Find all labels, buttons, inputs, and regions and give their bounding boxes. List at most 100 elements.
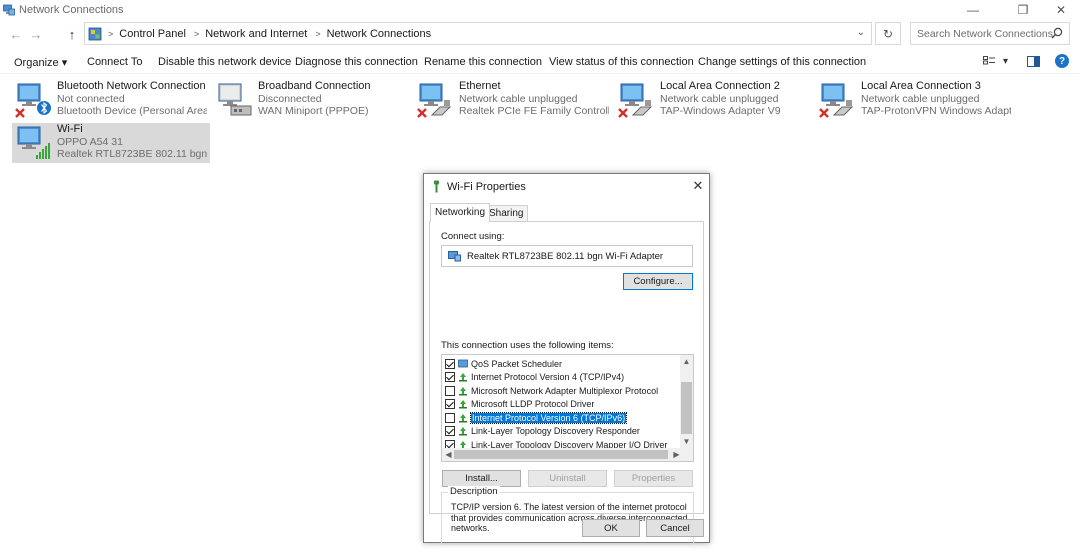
help-icon[interactable]: ? — [1055, 54, 1069, 68]
view-dropdown-icon[interactable]: ▾ — [1003, 56, 1008, 67]
connection-text: Ethernet Network cable unplugged Realtek P… — [459, 80, 609, 118]
install-button[interactable]: Install... — [442, 470, 521, 487]
address-dropdown-icon[interactable]: ⌄ — [857, 27, 865, 38]
view-status-button[interactable]: View status of this connection — [549, 56, 694, 68]
rename-connection-button[interactable]: Rename this connection — [424, 56, 542, 68]
navigation-bar: ← → ↑ > Control Panel > Network and Inte… — [0, 22, 1080, 46]
back-button[interactable]: ← — [8, 25, 24, 43]
connection-item[interactable]: Local Area Connection 2 Network cable unp… — [615, 80, 813, 120]
connection-item[interactable]: Local Area Connection 3 Network cable unp… — [816, 80, 1014, 120]
scroll-up-icon[interactable]: ▲ — [680, 357, 693, 366]
cancel-button[interactable]: Cancel — [646, 519, 704, 537]
connection-item[interactable]: Bluetooth Network Connection Not connecte… — [12, 80, 210, 120]
connection-text: Local Area Connection 2 Network cable unp… — [660, 80, 810, 118]
vertical-scrollbar[interactable]: ▲ ▼ — [680, 355, 693, 448]
horizontal-scroll-thumb[interactable] — [454, 450, 668, 459]
list-item[interactable]: Internet Protocol Version 4 (TCP/IPv4) — [445, 371, 681, 385]
up-button[interactable]: ↑ — [64, 25, 80, 43]
list-item[interactable]: Microsoft LLDP Protocol Driver — [445, 398, 681, 412]
disable-device-button[interactable]: Disable this network device — [158, 56, 291, 68]
list-item[interactable]: Internet Protocol Version 6 (TCP/IPv6) — [445, 411, 681, 425]
restore-button[interactable]: ❐ — [1006, 0, 1040, 20]
vertical-scroll-thumb[interactable] — [681, 382, 692, 434]
connection-name: Local Area Connection 3 — [861, 80, 981, 92]
item-label: Internet Protocol Version 4 (TCP/IPv4) — [471, 372, 625, 383]
diagnose-connection-button[interactable]: Diagnose this connection — [295, 56, 418, 68]
connection-item[interactable]: Broadband Connection Disconnected WAN Mini… — [213, 80, 411, 120]
search-placeholder: Search Network Connections — [917, 27, 1053, 40]
connection-name: Bluetooth Network Connection — [57, 80, 206, 92]
scheduler-icon — [458, 359, 468, 368]
forward-button[interactable]: → — [28, 25, 44, 43]
change-settings-button[interactable]: Change settings of this connection — [698, 56, 866, 68]
search-input[interactable]: Search Network Connections — [910, 22, 1070, 45]
item-label: Link-Layer Topology Discovery Responder — [471, 426, 640, 437]
up-arrow-icon: ↑ — [68, 26, 76, 42]
wifi-adapter-icon — [434, 180, 439, 193]
connection-status: Network cable unplugged — [660, 92, 779, 105]
list-item[interactable]: Microsoft Network Adapter Multiplexor Pr… — [445, 384, 681, 398]
connect-to-button[interactable]: Connect To — [87, 56, 142, 68]
preview-pane-icon[interactable] — [1027, 56, 1040, 68]
disconnected-x-icon — [618, 108, 628, 118]
item-checkbox[interactable] — [445, 358, 455, 369]
lan-network-icon — [819, 83, 854, 118]
dialog-close-button[interactable]: ✕ — [690, 178, 706, 194]
close-window-button[interactable]: ✕ — [1044, 0, 1078, 20]
connection-status: Disconnected — [258, 92, 322, 105]
refresh-button[interactable]: ↻ — [875, 22, 901, 45]
breadcrumb-network-connections[interactable]: Network Connections — [327, 28, 432, 40]
view-options-icon[interactable] — [983, 56, 996, 68]
scroll-down-icon[interactable]: ▼ — [680, 437, 693, 446]
disconnected-x-icon — [15, 108, 25, 118]
list-item[interactable]: QoS Packet Scheduler — [445, 357, 681, 371]
configure-button[interactable]: Configure... — [623, 273, 693, 290]
connection-text: Local Area Connection 3 Network cable unp… — [861, 80, 1011, 118]
control-panel-icon — [88, 27, 102, 40]
connection-text: Broadband Connection Disconnected WAN Mini… — [258, 80, 408, 118]
scroll-right-icon[interactable]: ▶ — [670, 450, 683, 459]
connection-device: Bluetooth Device (Personal Area ... — [57, 105, 207, 117]
item-checkbox[interactable] — [445, 399, 455, 410]
connection-status: Not connected — [57, 92, 125, 105]
items-label: This connection uses the following items… — [441, 340, 614, 351]
networking-tab-panel: Connect using: Realtek RTL8723BE 802.11 … — [429, 221, 704, 545]
properties-button[interactable]: Properties — [614, 470, 693, 487]
title-bar: Network Connections — [0, 0, 1080, 20]
forward-arrow-icon: → — [29, 26, 43, 42]
breadcrumb-network-and-internet[interactable]: Network and Internet — [205, 28, 307, 40]
breadcrumb-control-panel[interactable]: Control Panel — [119, 28, 186, 40]
item-checkbox[interactable] — [445, 372, 455, 383]
connection-item[interactable]: Ethernet Network cable unplugged Realtek P… — [414, 80, 612, 120]
item-checkbox[interactable] — [445, 426, 455, 437]
item-checkbox[interactable] — [445, 412, 455, 423]
connection-item[interactable]: Wi-Fi OPPO A54 31 Realtek RTL8723BE 802.11… — [12, 123, 210, 163]
uninstall-button[interactable]: Uninstall — [528, 470, 607, 487]
horizontal-scrollbar[interactable]: ◀ ▶ — [442, 448, 693, 461]
refresh-icon: ↻ — [882, 26, 894, 41]
broadband-network-icon — [218, 83, 252, 116]
ok-button[interactable]: OK — [582, 519, 640, 537]
command-bar: Organize ▾ Connect To Disable this netwo… — [0, 52, 1080, 74]
network-connections-app-icon — [3, 4, 15, 16]
connection-name: Broadband Connection — [258, 80, 371, 92]
minimize-button[interactable]: — — [956, 0, 990, 20]
restore-icon: ❐ — [1017, 3, 1029, 17]
item-label: Microsoft Network Adapter Multiplexor Pr… — [471, 385, 659, 396]
tab-networking[interactable]: Networking — [430, 203, 491, 222]
adapter-name: Realtek RTL8723BE 802.11 bgn Wi-Fi Adapt… — [467, 250, 664, 262]
breadcrumb-separator-icon: > — [108, 28, 114, 39]
connection-status: Network cable unplugged — [459, 92, 578, 105]
item-checkbox[interactable] — [445, 385, 455, 396]
bluetooth-network-icon — [15, 83, 51, 118]
protocol-icon — [459, 386, 467, 396]
window-title: Network Connections — [19, 4, 124, 16]
tab-sharing[interactable]: Sharing — [484, 205, 529, 221]
list-item[interactable]: Link-Layer Topology Discovery Responder — [445, 425, 681, 439]
protocol-icon — [459, 400, 467, 409]
address-bar[interactable]: > Control Panel > Network and Internet >… — [84, 22, 872, 45]
organize-menu[interactable]: Organize ▾ — [14, 56, 67, 69]
components-listbox[interactable]: QoS Packet Scheduler Internet Protocol Ve… — [441, 354, 694, 462]
connection-name: Wi-Fi — [57, 123, 83, 135]
connection-device: Realtek RTL8723BE 802.11 bgn Wi-... — [57, 148, 207, 160]
